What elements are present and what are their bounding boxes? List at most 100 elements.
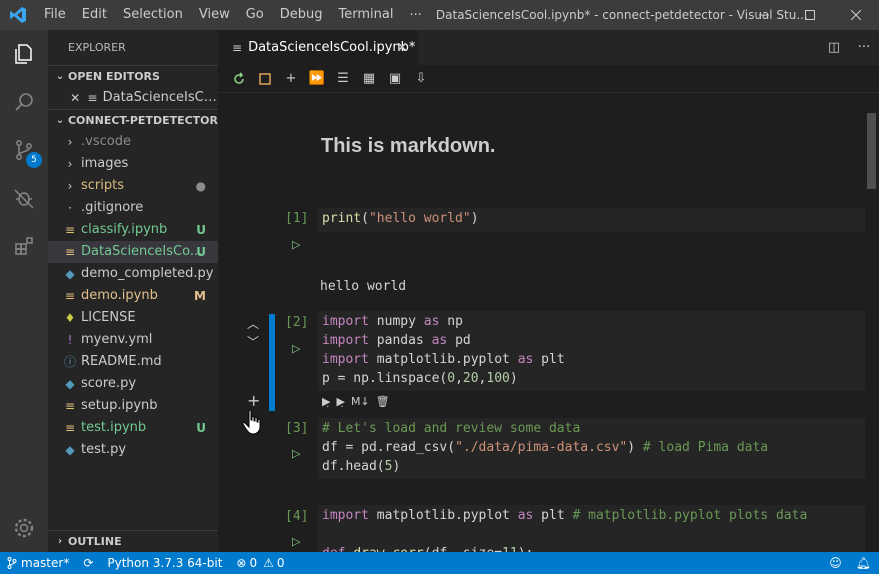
file-tree-label: scripts xyxy=(81,178,124,193)
cell-toolbar: ▶̣ ▶̣ M↓ 🗑 xyxy=(322,395,390,408)
source-control-icon[interactable]: 5 xyxy=(0,126,48,174)
menu-debug[interactable]: Debug xyxy=(272,0,331,30)
close-window-icon[interactable] xyxy=(833,0,879,30)
outline-header[interactable]: › OUTLINE xyxy=(48,530,218,552)
branch-status[interactable]: master* xyxy=(0,556,76,570)
explorer-icon[interactable] xyxy=(0,30,48,78)
clear-outputs-icon[interactable]: ☰ xyxy=(330,68,356,90)
editor-tab-bar: ≡ DataScienceIsCool.ipynb* ✕ ◫ ··· xyxy=(218,30,879,65)
export-icon[interactable]: ⇩ xyxy=(408,68,434,90)
search-icon[interactable] xyxy=(0,78,48,126)
run-cell-icon[interactable]: ▷ xyxy=(292,342,300,355)
file-tree-item[interactable]: ≡ demo.ipynb M xyxy=(48,285,218,307)
file-tree-item[interactable]: ♦ LICENSE xyxy=(48,307,218,329)
cell-output: hello world xyxy=(320,279,407,294)
file-tree-item[interactable]: ◆ test.py xyxy=(48,439,218,461)
save-icon[interactable]: ▣ xyxy=(382,68,408,90)
notebook-icon: ≡ xyxy=(64,223,76,237)
code-cell[interactable]: import matplotlib.pyplot as plt # matplo… xyxy=(318,505,865,552)
file-tree-item[interactable]: ⓘ README.md xyxy=(48,351,218,373)
sync-icon[interactable]: ⟳ xyxy=(76,556,100,570)
code-cell[interactable]: import numpy as np import pandas as pd i… xyxy=(318,311,865,391)
restart-kernel-icon[interactable] xyxy=(226,68,252,90)
vscode-logo-icon xyxy=(0,0,36,30)
file-tree-item[interactable]: › images xyxy=(48,153,218,175)
python-interpreter[interactable]: Python 3.7.3 64-bit xyxy=(100,556,229,570)
close-icon[interactable]: ✕ xyxy=(68,87,82,109)
git-status-badge: ● xyxy=(195,179,206,193)
file-icon: · xyxy=(68,201,72,215)
file-tree-item[interactable]: ◆ demo_completed.py xyxy=(48,263,218,285)
file-tree-label: .gitignore xyxy=(81,200,144,215)
move-down-icon[interactable]: ﹀ xyxy=(247,333,259,350)
menu-more-button[interactable]: ··· xyxy=(401,8,429,23)
minimize-icon[interactable] xyxy=(741,0,787,30)
project-label: CONNECT-PETDETECTOR xyxy=(67,113,218,127)
menu-go[interactable]: Go xyxy=(238,0,272,30)
file-tree-label: demo_completed.py xyxy=(81,266,214,281)
variables-icon[interactable]: ▦ xyxy=(356,68,382,90)
menu-terminal[interactable]: Terminal xyxy=(331,0,402,30)
git-status-badge: U xyxy=(196,421,206,435)
file-tree-label: myenv.yml xyxy=(81,332,153,347)
scrollbar-thumb[interactable] xyxy=(867,113,876,189)
window-controls xyxy=(741,0,879,30)
run-cell-icon[interactable]: ▷ xyxy=(292,447,300,460)
settings-gear-icon[interactable] xyxy=(0,504,48,552)
feedback-icon[interactable]: ☺ xyxy=(829,556,842,570)
code-cell[interactable]: print("hello world") xyxy=(318,208,865,232)
tab-datascienceiscool[interactable]: ≡ DataScienceIsCool.ipynb* ✕ xyxy=(218,30,418,65)
editor-actions: ◫ ··· xyxy=(819,30,879,65)
menu-selection[interactable]: Selection xyxy=(115,0,191,30)
change-to-markdown-button[interactable]: M↓ xyxy=(351,395,370,408)
file-tree-item[interactable]: › .vscode xyxy=(48,131,218,153)
file-tree-item[interactable]: ≡ DataScienceIsCo... U xyxy=(48,241,218,263)
python-icon: ◆ xyxy=(65,377,75,391)
menu-file[interactable]: File xyxy=(36,0,74,30)
add-cell-icon[interactable]: + xyxy=(278,68,304,90)
run-above-icon[interactable]: ▶̣ xyxy=(322,395,330,408)
run-cell-icon[interactable]: ▷ xyxy=(292,535,300,548)
split-editor-icon[interactable]: ◫ xyxy=(819,40,849,55)
menu-view[interactable]: View xyxy=(191,0,238,30)
menu-edit[interactable]: Edit xyxy=(74,0,115,30)
file-tree-item[interactable]: ≡ classify.ipynb U xyxy=(48,219,218,241)
code-cell[interactable]: # Let's load and review some data df = p… xyxy=(318,418,865,479)
problems-status[interactable]: ⊗ 0 ⚠ 0 xyxy=(229,556,291,570)
branch-name: master* xyxy=(21,556,70,570)
move-up-icon[interactable]: ︿ xyxy=(247,315,259,332)
open-editor-item[interactable]: ✕ ≡ DataScienceIsCoo... xyxy=(48,87,218,109)
run-cell-icon[interactable]: ▷ xyxy=(292,238,300,251)
notebook-icon: ≡ xyxy=(64,289,76,303)
debug-icon[interactable] xyxy=(0,174,48,222)
file-tree-item[interactable]: ◆ score.py xyxy=(48,373,218,395)
maximize-icon[interactable] xyxy=(787,0,833,30)
notebook-icon: ≡ xyxy=(64,421,76,435)
file-tree-label: score.py xyxy=(81,376,137,391)
extensions-icon[interactable] xyxy=(0,222,48,270)
delete-cell-icon[interactable]: 🗑 xyxy=(376,395,390,408)
git-status-badge: U xyxy=(196,245,206,259)
file-tree-item[interactable]: · .gitignore xyxy=(48,197,218,219)
open-editors-header[interactable]: ⌄ OPEN EDITORS xyxy=(48,65,218,87)
file-tree-item[interactable]: ≡ test.ipynb U xyxy=(48,417,218,439)
warning-icon: ⚠ xyxy=(263,556,274,570)
run-all-icon[interactable]: ⏩ xyxy=(304,68,330,90)
notebook-icon: ≡ xyxy=(64,245,76,259)
file-tree-item[interactable]: ≡ setup.ipynb xyxy=(48,395,218,417)
markdown-cell[interactable]: This is markdown. xyxy=(321,135,495,158)
file-tree-item[interactable]: › scripts ● xyxy=(48,175,218,197)
close-icon[interactable]: ✕ xyxy=(396,40,408,56)
chevron-down-icon: ⌄ xyxy=(55,70,65,82)
notifications-bell-icon[interactable]: 🔔︎ xyxy=(856,556,871,570)
interrupt-kernel-icon[interactable] xyxy=(252,68,278,90)
project-header[interactable]: ⌄ CONNECT-PETDETECTOR xyxy=(48,109,218,131)
hand-cursor-icon xyxy=(242,409,264,439)
run-below-icon[interactable]: ▶̣ xyxy=(336,395,344,408)
execution-count: [3] xyxy=(285,421,309,436)
file-tree-item[interactable]: ! myenv.yml xyxy=(48,329,218,351)
notebook-scrollbar[interactable] xyxy=(865,93,879,552)
insert-cell-icon[interactable]: + xyxy=(247,391,260,410)
notebook-icon: ≡ xyxy=(64,399,76,413)
more-actions-icon[interactable]: ··· xyxy=(849,40,879,55)
